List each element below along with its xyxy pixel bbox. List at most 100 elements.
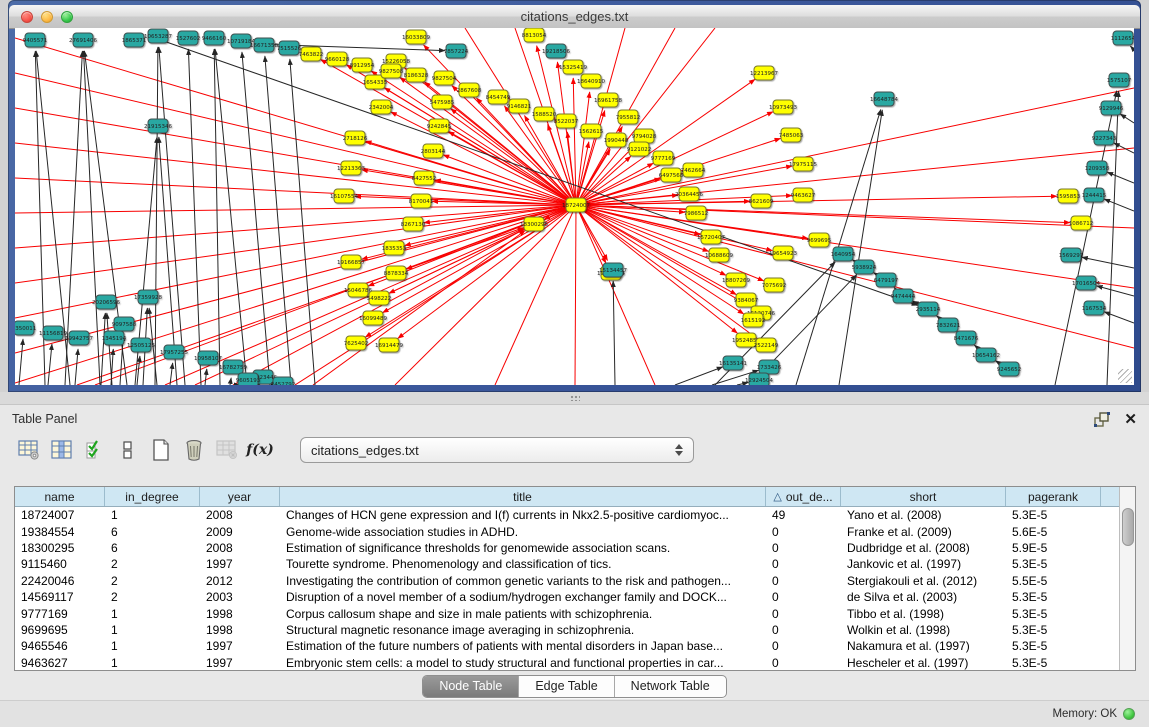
network-window-titlebar[interactable]: citations_edges.txt	[9, 5, 1140, 29]
network-node[interactable]: 2718126	[343, 131, 368, 145]
network-node[interactable]: 6479197	[874, 273, 899, 287]
network-node[interactable]: 16914479	[375, 338, 403, 352]
network-node[interactable]: 9242845	[427, 119, 452, 133]
network-node[interactable]: 9146821	[507, 99, 532, 113]
network-node[interactable]: 27691406	[69, 33, 97, 47]
show-columns-button[interactable]	[47, 436, 77, 464]
network-node[interactable]: 9384067	[734, 293, 759, 307]
network-node[interactable]: 20206596	[92, 295, 120, 309]
table-row[interactable]: 946554611997Estimation of the future num…	[15, 638, 1119, 654]
network-node[interactable]: 7462664	[681, 163, 706, 177]
network-node[interactable]: 8427552	[412, 171, 437, 185]
column-header-title[interactable]: title	[280, 487, 766, 506]
network-node[interactable]: 1640954	[831, 247, 856, 261]
table-row[interactable]: 1830029562008Estimation of significance …	[15, 540, 1119, 556]
network-node[interactable]: 16671358	[250, 38, 278, 52]
network-node[interactable]: 5475985	[430, 95, 455, 109]
scrollbar-thumb[interactable]	[1122, 508, 1134, 546]
network-node[interactable]: 7515526	[277, 41, 302, 55]
network-node[interactable]: 16107554	[330, 189, 358, 203]
network-node[interactable]: 17975115	[789, 157, 817, 171]
network-node[interactable]: 2522149	[754, 338, 779, 352]
network-node[interactable]: 19166857	[337, 255, 365, 269]
network-node[interactable]: 7955812	[616, 110, 641, 124]
network-canvas[interactable]: 1872400718300295746382296601288912954165…	[15, 28, 1134, 385]
network-node[interactable]: 7075692	[762, 278, 787, 292]
network-node[interactable]: 9794028	[632, 129, 657, 143]
network-node[interactable]: 1112654	[1111, 31, 1134, 45]
row-height-button[interactable]	[113, 436, 143, 464]
network-node[interactable]: 1575107	[1107, 73, 1132, 87]
network-node[interactable]: 17359928	[134, 290, 162, 304]
close-panel-button[interactable]: ✕	[1124, 412, 1137, 427]
network-node[interactable]: 10653287	[144, 29, 172, 43]
network-node[interactable]: 1569297	[1059, 248, 1084, 262]
network-node[interactable]: 9777169	[651, 151, 676, 165]
network-node[interactable]: 18300295	[520, 217, 548, 231]
network-node[interactable]: 8454749	[486, 90, 511, 104]
delete-table-button[interactable]	[212, 436, 242, 464]
network-node[interactable]: 16782759	[219, 360, 247, 374]
network-node[interactable]: 8267130	[401, 217, 426, 231]
network-node[interactable]: 9097588	[112, 317, 137, 331]
network-node[interactable]: 20364456	[675, 187, 703, 201]
table-row[interactable]: 969969511998Structural magnetic resonanc…	[15, 622, 1119, 638]
network-node[interactable]: 17957255	[160, 345, 188, 359]
select-rows-button[interactable]	[80, 436, 110, 464]
network-node[interactable]: 9121022	[627, 142, 652, 156]
tab-node-table[interactable]: Node Table	[423, 676, 519, 697]
resize-grip-icon[interactable]	[1118, 369, 1132, 383]
network-node[interactable]: 7463822	[299, 47, 324, 61]
create-column-button[interactable]	[146, 436, 176, 464]
function-builder-button[interactable]: f(x)	[245, 436, 275, 464]
network-node[interactable]: 9227343	[1092, 131, 1117, 145]
network-node[interactable]: 1990448	[604, 133, 629, 147]
network-node[interactable]: 7625402	[344, 336, 369, 350]
network-node[interactable]: 9827504	[432, 71, 457, 85]
network-node[interactable]: 8621609	[749, 194, 774, 208]
network-node[interactable]: 1167534	[1082, 301, 1107, 315]
network-node[interactable]: 8813054	[522, 28, 547, 42]
network-node[interactable]: 9463627	[791, 188, 816, 202]
network-node[interactable]: 5938924	[852, 260, 877, 274]
table-mode-button[interactable]	[14, 436, 44, 464]
column-header-short[interactable]: short	[841, 487, 1006, 506]
network-node[interactable]: 8186328	[404, 68, 429, 82]
network-node[interactable]: 19218506	[542, 44, 570, 58]
network-node[interactable]: 16099489	[359, 311, 387, 325]
network-node[interactable]: 2342004	[369, 100, 394, 114]
table-row[interactable]: 946362711997Embryonic stem cells: a mode…	[15, 655, 1119, 670]
network-node[interactable]: 1865371	[122, 33, 147, 47]
network-node[interactable]: 12213363	[337, 161, 365, 175]
network-node[interactable]: 9245652	[997, 362, 1022, 376]
network-node[interactable]: 1835353	[382, 241, 407, 255]
network-node[interactable]: 12505125	[127, 338, 155, 352]
network-node[interactable]: 16961758	[594, 93, 622, 107]
network-node[interactable]: 9827508	[379, 64, 404, 78]
network-node[interactable]: 7832621	[936, 318, 961, 332]
network-node[interactable]: 2452792	[271, 377, 296, 385]
network-node[interactable]: 1562615	[579, 124, 604, 138]
network-node[interactable]: 5498222	[367, 291, 392, 305]
network-node[interactable]: 21915346	[144, 119, 172, 133]
divider-grip-icon[interactable]	[570, 395, 580, 401]
network-node[interactable]: 8912954	[350, 58, 375, 72]
table-row[interactable]: 1938455462009Genome-wide association stu…	[15, 523, 1119, 539]
network-node[interactable]: 1086712	[1069, 216, 1094, 230]
network-node[interactable]: 8471676	[954, 331, 979, 345]
network-node[interactable]: 7485063	[779, 128, 804, 142]
table-source-dropdown[interactable]: citations_edges.txt	[300, 437, 694, 463]
network-node[interactable]: 2935114	[916, 302, 941, 316]
network-node[interactable]: 1615192	[741, 313, 766, 327]
network-node[interactable]: 1244415	[1082, 188, 1107, 202]
network-node[interactable]: 15046786	[344, 283, 372, 297]
network-node[interactable]: 11156819	[39, 326, 67, 340]
network-node[interactable]: 10973493	[769, 100, 797, 114]
network-node[interactable]: 16648784	[870, 92, 898, 106]
column-header-out_de[interactable]: △out_de...	[766, 487, 841, 506]
zoom-window-button[interactable]	[61, 11, 73, 23]
network-node[interactable]: 2867608	[457, 83, 482, 97]
network-node[interactable]: 9405571	[23, 33, 48, 47]
network-node[interactable]: 1345194	[102, 331, 127, 345]
network-node[interactable]: 1527602	[176, 31, 201, 45]
